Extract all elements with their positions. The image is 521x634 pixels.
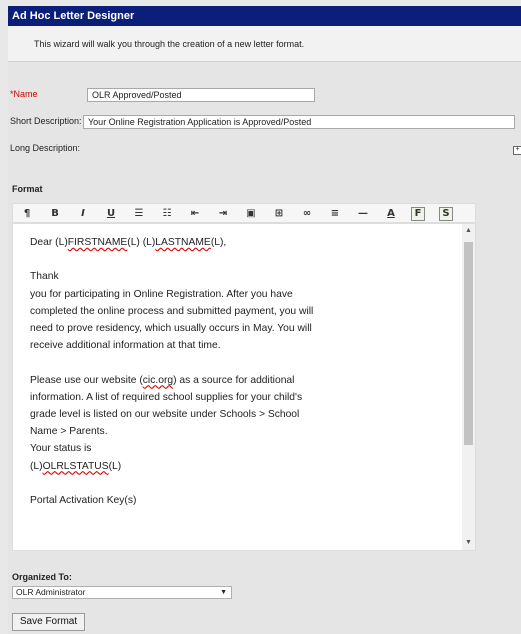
numbered-list-icon[interactable]: ☷ — [159, 206, 175, 221]
organized-to-select[interactable]: OLR Administrator ▼ — [12, 586, 232, 599]
paragraph-line: you for participating in Online Registra… — [30, 288, 293, 300]
window-title: Ad Hoc Letter Designer — [8, 6, 521, 26]
organized-to-label: Organized To: — [12, 572, 72, 582]
name-field[interactable] — [87, 88, 315, 102]
paragraph-icon[interactable]: ¶ — [19, 206, 35, 221]
font-color-icon[interactable]: A — [383, 206, 399, 221]
letter-editor[interactable]: Dear (L)FIRSTNAME(L) (L)LASTNAME(L), Tha… — [12, 223, 476, 551]
italic-icon[interactable]: I — [75, 206, 91, 221]
horizontal-rule-icon[interactable]: — — [355, 206, 371, 221]
portal-line: Portal Activation Key(s) — [30, 495, 137, 507]
paragraph-line: receive additional information at that t… — [30, 340, 221, 352]
paragraph-line: need to prove residency, which usually o… — [30, 323, 312, 335]
short-description-label: Short Description: — [10, 116, 82, 126]
save-format-button[interactable]: Save Format — [12, 613, 85, 631]
chevron-down-icon: ▼ — [220, 589, 227, 596]
align-icon[interactable]: ≡ — [327, 206, 343, 221]
underline-icon[interactable]: U — [103, 206, 119, 221]
letter-designer-panel: Ad Hoc Letter Designer This wizard will … — [8, 6, 521, 634]
image-icon[interactable]: ▣ — [243, 206, 259, 221]
organized-to-value: OLR Administrator — [16, 587, 86, 597]
indent-icon[interactable]: ⇥ — [215, 206, 231, 221]
status-line: Your status is — [30, 443, 92, 455]
paragraph-line: grade level is listed on our website und… — [30, 409, 300, 421]
name-label: *Name — [10, 89, 38, 99]
letter-content[interactable]: Dear (L)FIRSTNAME(L) (L)LASTNAME(L), Tha… — [30, 234, 450, 509]
paragraph-line: information. A list of required school s… — [30, 391, 303, 403]
scroll-up-icon[interactable]: ▲ — [462, 226, 475, 236]
editor-toolbar: ¶ B I U ☰ ☷ ⇤ ⇥ ▣ ⊞ ∞ ≡ — A F S — [12, 203, 476, 223]
greeting-line: Dear (L)FIRSTNAME(L) (L)LASTNAME(L), — [30, 237, 227, 248]
editor-scrollbar[interactable]: ▲ ▼ — [462, 224, 475, 550]
wizard-intro-text: This wizard will walk you through the cr… — [8, 26, 521, 62]
paragraph-line: Name > Parents. — [30, 426, 108, 438]
expand-icon[interactable]: + — [513, 146, 521, 155]
table-icon[interactable]: ⊞ — [271, 206, 287, 221]
bold-icon[interactable]: B — [47, 206, 63, 221]
special-insert-icon[interactable]: S — [439, 207, 453, 221]
outdent-icon[interactable]: ⇤ — [187, 206, 203, 221]
paragraph-line: completed the online process and submitt… — [30, 305, 314, 317]
bullet-list-icon[interactable]: ☰ — [131, 206, 147, 221]
long-description-label: Long Description: — [10, 143, 81, 153]
thank-line: Thank — [30, 271, 59, 283]
field-insert-icon[interactable]: F — [411, 207, 425, 221]
status-field-line: (L)OLRLSTATUS(L) — [30, 460, 122, 472]
website-line: Please use our website (cic.org) as a so… — [30, 374, 295, 386]
link-icon[interactable]: ∞ — [299, 206, 315, 221]
scroll-down-icon[interactable]: ▼ — [462, 538, 475, 548]
scroll-thumb[interactable] — [464, 242, 473, 445]
short-description-field[interactable] — [83, 115, 515, 129]
format-label: Format — [12, 184, 43, 194]
